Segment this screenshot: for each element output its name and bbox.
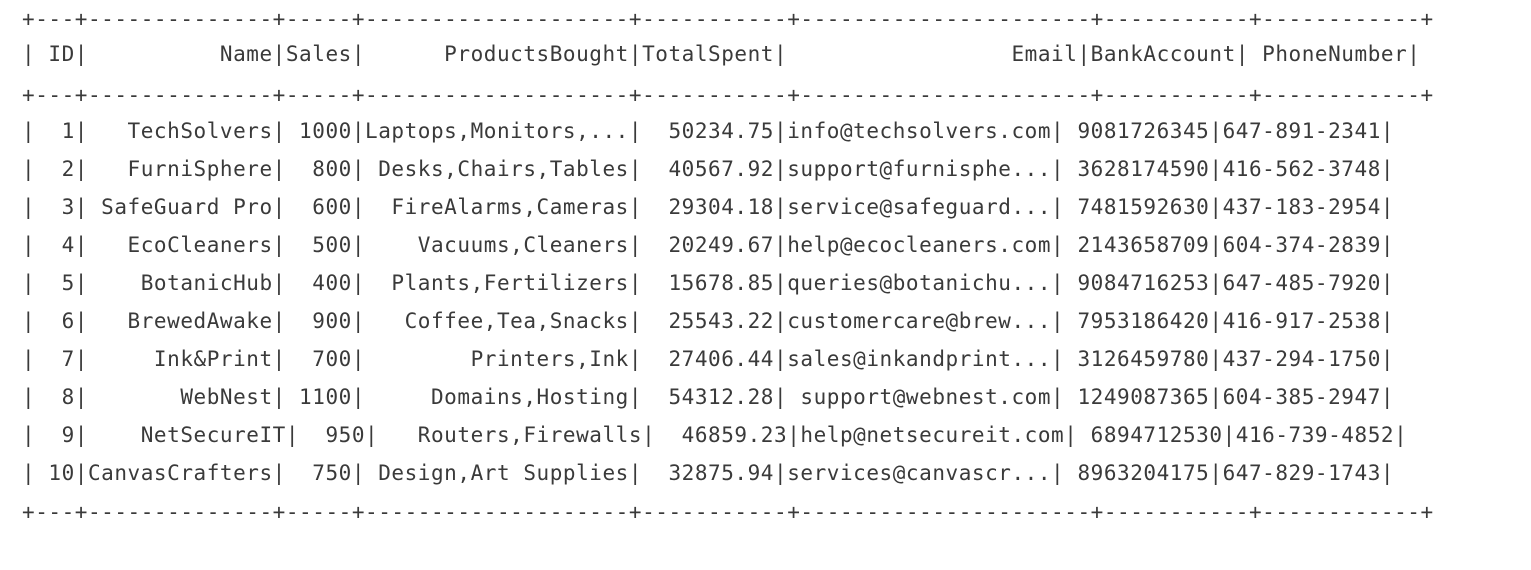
table-row: | 6| BrewedAwake| 900| Coffee,Tea,Snacks… bbox=[22, 309, 1395, 333]
table-border-header: +---+--------------+-----+--------------… bbox=[22, 83, 1434, 107]
table-row: | 10|CanvasCrafters| 750| Design,Art Sup… bbox=[22, 461, 1395, 485]
table-row: | 5| BotanicHub| 400| Plants,Fertilizers… bbox=[22, 271, 1395, 295]
table-row: | 1| TechSolvers| 1000|Laptops,Monitors,… bbox=[22, 119, 1395, 143]
table-row: | 8| WebNest| 1100| Domains,Hosting| 543… bbox=[22, 385, 1395, 409]
table-row: | 4| EcoCleaners| 500| Vacuums,Cleaners|… bbox=[22, 233, 1395, 257]
table-row: | 3| SafeGuard Pro| 600| FireAlarms,Came… bbox=[22, 195, 1395, 219]
table-row: | 2| FurniSphere| 800| Desks,Chairs,Tabl… bbox=[22, 157, 1395, 181]
console-output: +---+--------------+-----+--------------… bbox=[22, 0, 1433, 535]
table-border-bottom: +---+--------------+-----+--------------… bbox=[22, 500, 1434, 524]
table-header-row: | ID| Name|Sales| ProductsBought|TotalSp… bbox=[22, 42, 1421, 66]
table-row: | 7| Ink&Print| 700| Printers,Ink| 27406… bbox=[22, 347, 1395, 371]
table-border-top: +---+--------------+-----+--------------… bbox=[22, 7, 1434, 31]
table-row: | 9| NetSecureIT| 950| Routers,Firewalls… bbox=[22, 423, 1408, 447]
